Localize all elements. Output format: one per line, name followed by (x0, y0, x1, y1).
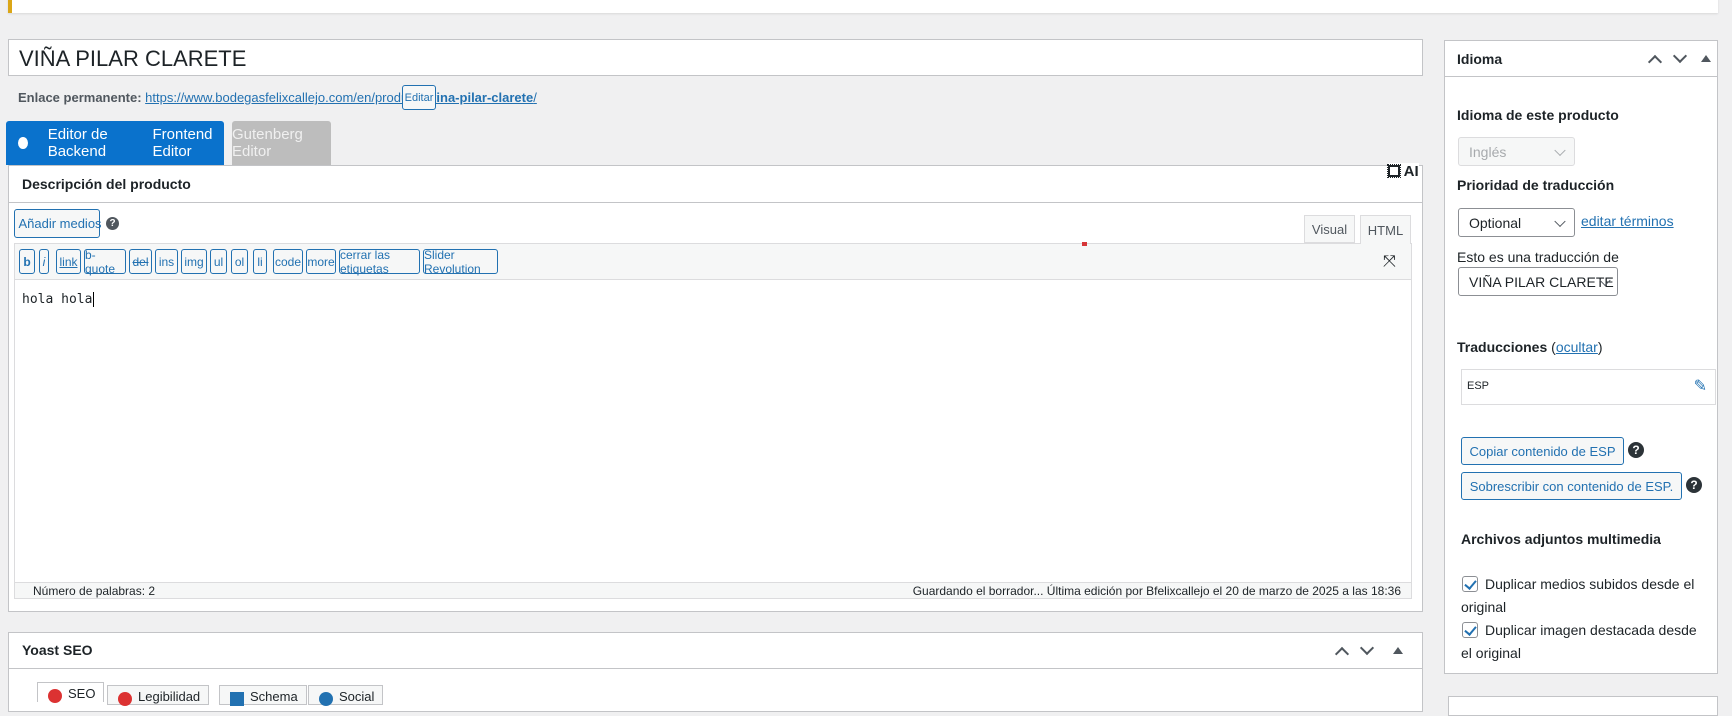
admin-notice (8, 0, 1718, 13)
yoast-tab-schema[interactable]: Schema (219, 685, 307, 706)
fullscreen-icon[interactable]: ⤧ (1383, 254, 1400, 270)
permalink-link[interactable]: https://www.bodegasfelixcallejo.com/en/p… (145, 90, 537, 105)
yoast-title: Yoast SEO (22, 642, 93, 658)
edit-terms-link[interactable]: editar términos (1581, 213, 1674, 229)
copy-content-button[interactable]: Copiar contenido de ESP (1461, 437, 1624, 465)
edit-pencil-icon[interactable]: ✎ (1694, 376, 1707, 396)
tab-visual[interactable]: Visual (1304, 215, 1355, 243)
marker (1082, 242, 1087, 246)
yoast-tab-seo[interactable]: SEO (37, 682, 105, 703)
quicktag-more-button[interactable]: more (306, 249, 336, 274)
divider (1445, 76, 1717, 77)
translation-language: ESP (1467, 380, 1490, 392)
permalink: Enlace permanente: https://www.bodegasfe… (18, 90, 537, 105)
hide-translations-link[interactable]: ocultar (1556, 339, 1598, 355)
title-input[interactable]: VIÑA PILAR CLARETE (8, 39, 1423, 76)
editor-container (14, 243, 1412, 599)
quicktag-b-button[interactable]: b (19, 249, 35, 274)
description-title: Descripción del producto (22, 176, 191, 192)
duplicate-featured-image-label: Duplicar imagen destacada desde el origi… (1461, 622, 1697, 661)
quicktag-code-button[interactable]: code (273, 249, 303, 274)
tab-html[interactable]: HTML (1360, 215, 1411, 244)
ai-button[interactable]: AI (1387, 163, 1419, 180)
language-box-title: Idioma (1457, 51, 1503, 67)
yoast-tab-readability[interactable]: Legibilidad (107, 685, 210, 706)
translation-of-label: Esto es una traducción de (1457, 249, 1619, 265)
quicktag-li-button[interactable]: li (253, 249, 267, 274)
permalink-label: Enlace permanente: (18, 90, 142, 105)
add-media-button[interactable]: Añadir medios (14, 209, 102, 238)
wpbakery-icon (18, 137, 28, 149)
language-label: Idioma de este producto (1457, 107, 1619, 123)
editor-mode-tabs: Editor de Backend Frontend Editor (6, 121, 224, 165)
quicktag-slider-revolution-button[interactable]: Slider Revolution (423, 248, 498, 276)
priority-select[interactable]: Optional (1458, 208, 1575, 237)
quicktag-ul-button[interactable]: ul (210, 249, 227, 274)
quicktag-img-button[interactable]: img (181, 249, 207, 274)
collapse-icon[interactable] (1393, 647, 1403, 654)
help-icon[interactable]: ? (1628, 442, 1644, 458)
tab-frontend-editor[interactable]: Frontend Editor (152, 126, 224, 160)
word-count: Número de palabras: 2 (33, 584, 156, 598)
help-icon[interactable]: ? (1686, 477, 1702, 493)
chip-icon (1387, 164, 1401, 178)
next-sidebar-box (1448, 696, 1718, 716)
translations-label: Traducciones (ocultar) (1457, 339, 1603, 355)
tab-gutenberg-editor[interactable]: Gutenberg Editor (232, 121, 331, 165)
edit-permalink-button[interactable]: Editar (402, 85, 436, 110)
yoast-tab-social[interactable]: Social (308, 685, 384, 706)
divider (9, 668, 1422, 669)
help-icon[interactable]: ? (106, 217, 119, 230)
quicktag-ins-button[interactable]: ins (155, 249, 178, 274)
quicktag-cerrar-las-etiquetas-button[interactable]: cerrar las etiquetas (339, 248, 420, 276)
quicktag-b-quote-button[interactable]: b-quote (84, 248, 126, 276)
duplicate-media-label: Duplicar medios subidos desde el origina… (1461, 576, 1695, 615)
divider (9, 202, 1422, 203)
autosave-status: Guardando el borrador... Última edición … (912, 584, 1401, 598)
translation-row: ESP ✎ (1461, 369, 1716, 405)
quicktag-i-button[interactable]: i (39, 249, 49, 274)
content-textarea[interactable]: hola hola (22, 292, 95, 307)
quicktag-link-button[interactable]: link (56, 249, 81, 274)
quicktag-ol-button[interactable]: ol (231, 249, 248, 274)
media-attachments-label: Archivos adjuntos multimedia (1461, 531, 1661, 547)
quicktag-del-button[interactable]: del (129, 249, 152, 274)
priority-label: Prioridad de traducción (1457, 177, 1615, 193)
translation-of-select[interactable]: VIÑA PILAR CLARETE (1458, 267, 1618, 296)
overwrite-content-button[interactable]: Sobrescribir con contenido de ESP. (1461, 472, 1682, 500)
editor-status-bar: Número de palabras: 2 Guardando el borra… (15, 582, 1411, 598)
collapse-icon[interactable] (1701, 55, 1711, 62)
tab-backend-editor[interactable]: Editor de Backend (48, 126, 133, 160)
language-select: Inglés (1458, 137, 1575, 166)
